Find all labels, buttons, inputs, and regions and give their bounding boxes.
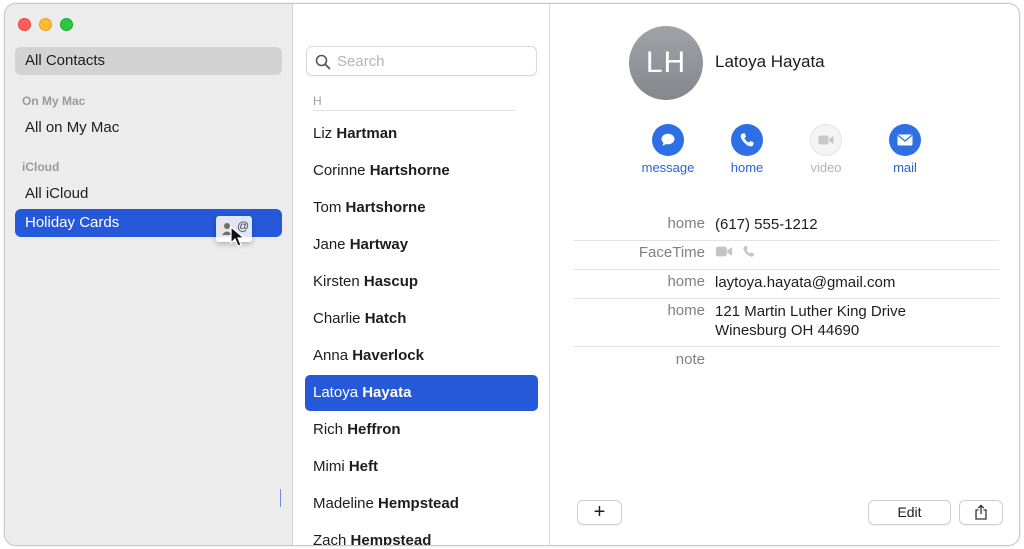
list-item[interactable]: Rich Heffron [305, 412, 538, 448]
list-item[interactable]: Mimi Heft [305, 449, 538, 485]
contact-first-name: Liz [313, 125, 333, 142]
list-item-selected[interactable]: Latoya Hayata [305, 375, 538, 411]
contact-last-name: Hartshorne [345, 199, 426, 216]
contact-name: Latoya Hayata [715, 52, 825, 71]
contact-last-name: Hascup [363, 273, 419, 290]
mail-icon [897, 134, 913, 146]
window-controls [18, 18, 73, 31]
list-item[interactable]: Tom Hartshorne [305, 190, 538, 226]
cursor-icon [230, 226, 246, 247]
contact-first-name: Zach [313, 532, 347, 546]
contact-first-name: Tom [313, 199, 342, 216]
message-label: message [641, 160, 695, 175]
sidebar-item-all-on-my-mac[interactable]: All on My Mac [15, 114, 282, 142]
section-divider [313, 110, 516, 111]
contact-first-name: Rich [313, 421, 344, 438]
facetime-icons [715, 245, 755, 258]
contact-list-pane: H Liz Hartman Corinne Hartshorne Tom Har… [294, 4, 550, 545]
resize-indicator [280, 489, 281, 507]
zoom-window-button[interactable] [60, 18, 73, 31]
contact-first-name: Corinne [313, 162, 366, 179]
field-divider [573, 298, 999, 299]
contact-first-name: Anna [313, 347, 349, 364]
note-label: note [675, 351, 705, 368]
sidebar-item-all-contacts[interactable]: All Contacts [15, 47, 282, 75]
list-item[interactable]: Kirsten Hascup [305, 264, 538, 300]
list-item[interactable]: Jane Hartway [305, 227, 538, 263]
list-item[interactable]: Madeline Hempstead [305, 486, 538, 522]
avatar[interactable]: LH [629, 26, 703, 100]
contact-first-name: Charlie [313, 310, 361, 327]
contact-last-name: Hayata [362, 384, 412, 401]
contact-last-name: Heft [348, 458, 378, 475]
search-input[interactable] [337, 51, 527, 71]
home-label: home [730, 160, 764, 175]
email-label: home [667, 273, 705, 290]
list-item[interactable]: Liz Hartman [305, 116, 538, 152]
sidebar-section-on-my-mac: On My Mac [22, 94, 86, 108]
list-item[interactable]: Zach Hempstead [305, 523, 538, 546]
sidebar-section-icloud: iCloud [22, 160, 60, 174]
contact-first-name: Kirsten [313, 273, 360, 290]
close-window-button[interactable] [18, 18, 31, 31]
field-divider [573, 269, 999, 270]
contact-first-name: Mimi [313, 458, 345, 475]
contact-last-name: Hartway [349, 236, 409, 253]
field-divider [573, 240, 999, 241]
contact-last-name: Hempstead [378, 495, 459, 512]
minimize-window-button[interactable] [39, 18, 52, 31]
section-letter: H [313, 94, 322, 108]
sidebar-item-all-icloud[interactable]: All iCloud [15, 180, 282, 208]
video-icon [818, 135, 834, 145]
email-value[interactable]: laytoya.hayata@gmail.com [715, 273, 895, 292]
contact-last-name: Hatch [364, 310, 407, 327]
address-line2[interactable]: Winesburg OH 44690 [715, 321, 859, 340]
address-line1[interactable]: 121 Martin Luther King Drive [715, 302, 906, 321]
search-icon [315, 54, 331, 70]
mail-label: mail [893, 160, 917, 175]
contact-detail-pane: LH Latoya Hayata message home video mail… [551, 4, 1019, 545]
list-item[interactable]: Anna Haverlock [305, 338, 538, 374]
sidebar: All Contacts On My Mac All on My Mac iCl… [5, 4, 293, 545]
facetime-video-icon[interactable] [715, 245, 733, 258]
message-icon [661, 133, 675, 146]
contacts-window: All Contacts On My Mac All on My Mac iCl… [4, 3, 1020, 546]
message-button[interactable] [652, 124, 684, 156]
contact-first-name: Jane [313, 236, 346, 253]
mail-button[interactable] [889, 124, 921, 156]
message-action[interactable]: message [633, 124, 703, 175]
facetime-label: FaceTime [638, 244, 705, 261]
contact-last-name: Hempstead [350, 532, 432, 546]
contact-last-name: Hartman [336, 125, 398, 142]
field-divider [573, 346, 999, 347]
edit-button[interactable]: Edit [868, 500, 951, 525]
video-button [810, 124, 842, 156]
contact-last-name: Heffron [347, 421, 401, 438]
phone-icon [740, 133, 754, 147]
contact-first-name: Latoya [313, 384, 359, 401]
list-item[interactable]: Corinne Hartshorne [305, 153, 538, 189]
contact-first-name: Madeline [313, 495, 374, 512]
list-item[interactable]: Charlie Hatch [305, 301, 538, 337]
share-button[interactable] [959, 500, 1003, 525]
share-icon [975, 504, 987, 520]
mail-action[interactable]: mail [870, 124, 940, 175]
facetime-audio-icon[interactable] [742, 245, 755, 258]
call-home-action[interactable]: home [712, 124, 782, 175]
phone-label: home [667, 215, 705, 232]
video-label: video [810, 160, 842, 175]
address-label: home [667, 302, 705, 319]
phone-value[interactable]: (617) 555-1212 [715, 215, 818, 234]
video-action: video [791, 124, 861, 175]
add-button[interactable]: + [577, 500, 622, 525]
contact-last-name: Hartshorne [369, 162, 450, 179]
call-button[interactable] [731, 124, 763, 156]
search-field[interactable] [306, 46, 537, 76]
contact-last-name: Haverlock [352, 347, 424, 364]
